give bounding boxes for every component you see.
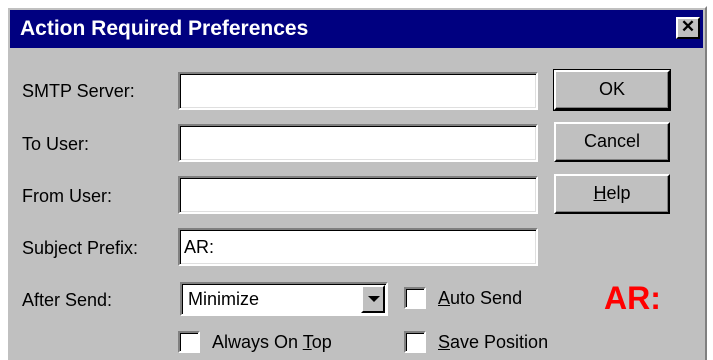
title-bar[interactable]: Action Required Preferences ✕ <box>10 10 703 48</box>
auto-send-checkbox[interactable] <box>404 287 426 309</box>
preferences-dialog: Action Required Preferences ✕ SMTP Serve… <box>6 6 707 360</box>
subject-prefix-input[interactable] <box>178 228 538 266</box>
to-user-input[interactable] <box>178 124 538 162</box>
from-user-input[interactable] <box>178 176 538 214</box>
after-send-select[interactable]: Minimize <box>180 282 388 316</box>
close-button[interactable]: ✕ <box>676 17 700 39</box>
smtp-server-label: SMTP Server: <box>22 81 135 101</box>
to-user-label: To User: <box>22 134 90 154</box>
after-send-selected-value: Minimize <box>188 289 260 309</box>
smtp-server-input[interactable] <box>178 72 538 110</box>
close-icon: ✕ <box>680 17 696 36</box>
ar-logo: AR: <box>604 280 661 316</box>
always-on-top-checkbox[interactable] <box>178 331 200 353</box>
save-position-checkbox[interactable] <box>404 331 426 353</box>
auto-send-label[interactable]: Auto Send <box>438 287 522 309</box>
subject-prefix-label: Subject Prefix: <box>22 238 139 258</box>
ok-button[interactable]: OK <box>553 69 671 111</box>
cancel-button[interactable]: Cancel <box>554 122 670 162</box>
after-send-label: After Send: <box>22 290 113 310</box>
always-on-top-label[interactable]: Always On Top <box>212 331 332 353</box>
save-position-label[interactable]: Save Position <box>438 331 548 353</box>
help-button[interactable]: Help <box>554 174 670 214</box>
from-user-label: From User: <box>22 186 112 206</box>
window-title: Action Required Preferences <box>20 17 309 40</box>
dropdown-arrow-icon[interactable] <box>361 285 385 313</box>
